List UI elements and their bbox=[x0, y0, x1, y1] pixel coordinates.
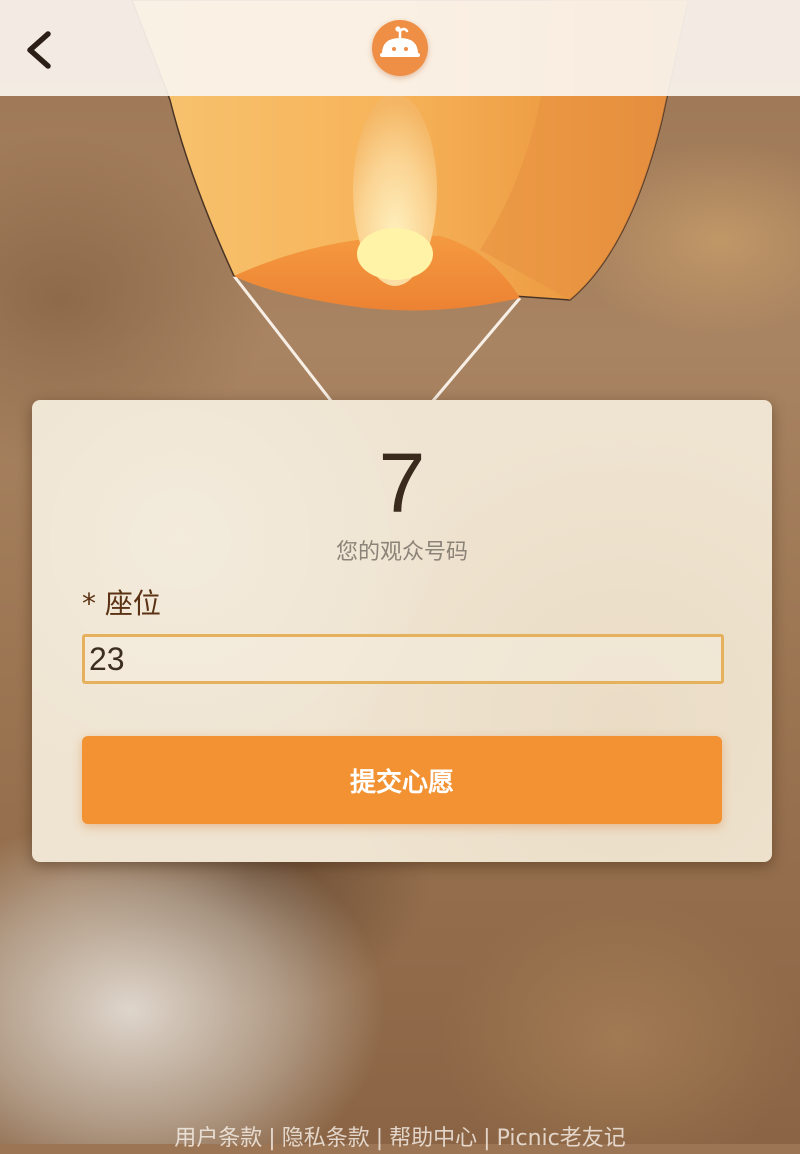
footer-link-picnic[interactable]: Picnic老友记 bbox=[497, 1126, 626, 1151]
chevron-left-icon bbox=[27, 31, 51, 69]
seat-input[interactable] bbox=[82, 634, 724, 684]
audience-number-caption: 您的观众号码 bbox=[335, 540, 468, 565]
footer-separator: | bbox=[375, 1126, 384, 1151]
wish-form-card: 7 您的观众号码 * 座位 提交心愿 bbox=[32, 400, 772, 862]
footer-separator: | bbox=[483, 1126, 491, 1151]
app-logo bbox=[372, 20, 428, 76]
footer-separator: | bbox=[268, 1126, 276, 1151]
footer-links: 用户条款 | 隐私条款 | 帮助中心 | Picnic老友记 bbox=[0, 1124, 800, 1154]
back-button[interactable] bbox=[18, 26, 62, 74]
footer-link-privacy[interactable]: 隐私条款 bbox=[282, 1126, 370, 1151]
top-nav-bar bbox=[0, 0, 800, 96]
lantern-mascot-icon bbox=[380, 26, 420, 57]
seat-field-label: * 座位 bbox=[82, 587, 161, 620]
footer-link-help[interactable]: 帮助中心 bbox=[389, 1126, 477, 1151]
audience-number: 7 bbox=[378, 436, 426, 530]
submit-wish-button[interactable]: 提交心愿 bbox=[82, 736, 722, 824]
footer-link-terms[interactable]: 用户条款 bbox=[174, 1126, 262, 1151]
